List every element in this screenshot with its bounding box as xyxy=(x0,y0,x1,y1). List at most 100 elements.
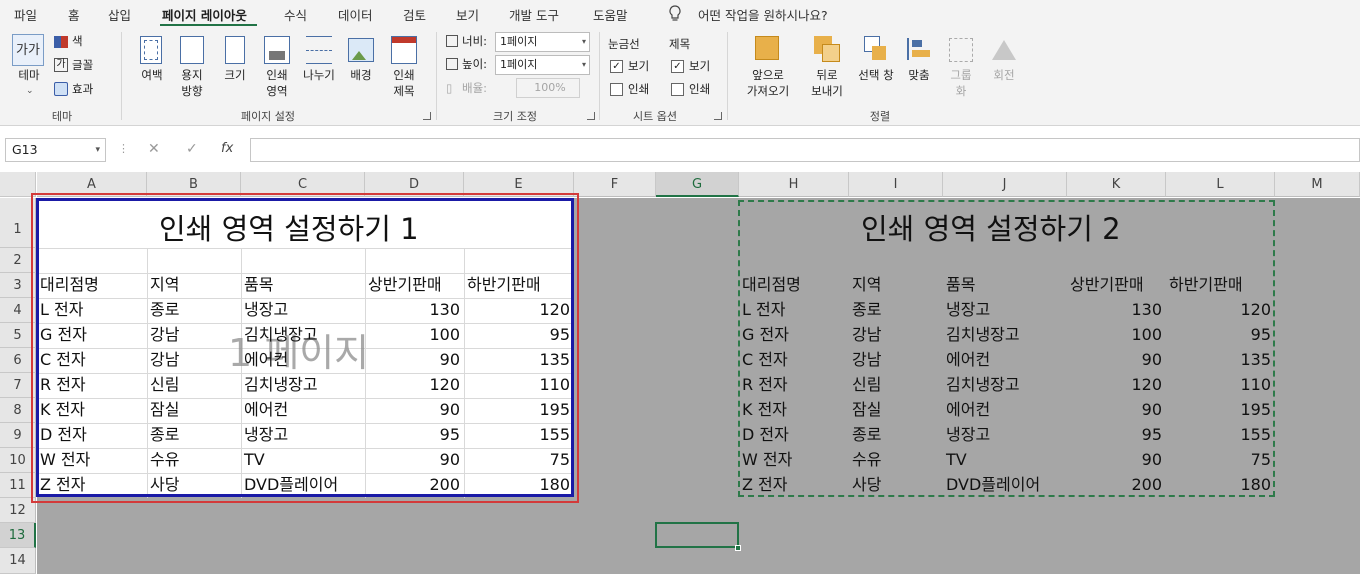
colors-icon xyxy=(54,36,68,48)
fonts-button[interactable]: 글꼴 xyxy=(72,58,93,73)
breaks-icon xyxy=(306,36,332,64)
active-tab-indicator xyxy=(160,24,257,26)
column-header-L[interactable]: L xyxy=(1166,172,1275,197)
group-separator xyxy=(121,32,122,120)
headings-label: 제목 xyxy=(669,37,691,51)
orientation-button[interactable]: 용지 xyxy=(181,68,202,83)
rotate-icon xyxy=(992,40,1016,60)
page-setup-launcher-icon[interactable] xyxy=(423,112,431,120)
scale-icon: ▯ xyxy=(446,81,453,95)
group-label-scale: 크기 조정 xyxy=(493,110,537,123)
tab-formulas[interactable]: 수식 xyxy=(284,5,307,24)
column-header-J[interactable]: J xyxy=(943,172,1067,197)
size-button[interactable]: 크기 xyxy=(224,68,245,83)
align-icon xyxy=(907,38,931,60)
enter-icon[interactable]: ✓ xyxy=(186,141,198,157)
print-titles-button[interactable]: 인쇄 xyxy=(393,68,414,83)
height-dropdown[interactable]: 1페이지 ▾ xyxy=(495,55,590,75)
tab-insert[interactable]: 삽입 xyxy=(108,5,131,24)
background-image-icon xyxy=(348,38,374,62)
themes-icon[interactable]: 가가 xyxy=(12,34,44,66)
headings-view-checkbox[interactable]: ✓ xyxy=(671,60,684,73)
tab-file[interactable]: 파일 xyxy=(14,5,37,24)
bring-forward-label: 가져오기 xyxy=(746,84,790,98)
themes-button[interactable]: 테마 xyxy=(18,68,39,83)
column-header-H[interactable]: H xyxy=(739,172,849,197)
scale-label: 배율: xyxy=(462,81,488,95)
scale-launcher-icon[interactable] xyxy=(587,112,595,120)
dropdown-arrow-icon: ▾ xyxy=(581,60,586,69)
gridlines-print-label: 인쇄 xyxy=(628,82,650,96)
ribbon-tab-bar: 파일 홈 삽입 페이지 레이아웃 수식 데이터 검토 보기 개발 도구 도움말 … xyxy=(0,0,1360,28)
tab-review[interactable]: 검토 xyxy=(403,5,426,24)
gridlines-label: 눈금선 xyxy=(608,37,640,51)
width-dropdown[interactable]: 1페이지 ▾ xyxy=(495,32,590,52)
tab-data[interactable]: 데이터 xyxy=(338,5,373,24)
sheet-options-launcher-icon[interactable] xyxy=(714,112,722,120)
fill-handle[interactable] xyxy=(735,545,741,551)
headings-view-label: 보기 xyxy=(689,59,711,73)
headings-print-label: 인쇄 xyxy=(689,82,711,96)
group-separator xyxy=(599,32,600,120)
highlight-box-red xyxy=(31,193,579,503)
background-button[interactable]: 배경 xyxy=(350,68,371,83)
print-area-button[interactable]: 인쇄 xyxy=(266,68,287,83)
tab-developer[interactable]: 개발 도구 xyxy=(509,5,559,24)
dropdown-arrow-icon: ▾ xyxy=(581,37,586,46)
tab-home[interactable]: 홈 xyxy=(68,5,80,24)
ribbon: 가가 테마 ⌄ 색 가 글꼴 효과 테마 여백 용지 방향 크기 인쇄 영역 나… xyxy=(0,28,1360,126)
height-label: 높이: xyxy=(462,57,488,71)
column-header-K[interactable]: K xyxy=(1067,172,1166,197)
bring-forward-icon xyxy=(755,36,779,60)
bring-forward-button[interactable]: 앞으로 xyxy=(752,68,784,83)
print-titles-icon xyxy=(391,36,417,64)
fonts-icon: 가 xyxy=(54,58,68,72)
rotate-button[interactable]: 회전 xyxy=(993,68,1014,83)
lightbulb-icon xyxy=(669,5,681,21)
align-button[interactable]: 맞춤 xyxy=(908,68,929,83)
group-label-arrange: 정렬 xyxy=(869,110,891,123)
column-header-G[interactable]: G xyxy=(656,172,739,197)
colors-button[interactable]: 색 xyxy=(72,34,83,49)
group-objects-button[interactable]: 그룹 xyxy=(950,68,971,83)
name-box[interactable]: G13 ▾ xyxy=(5,138,106,162)
send-backward-label: 보내기 xyxy=(811,84,843,98)
row-header-13[interactable]: 13 xyxy=(0,523,36,548)
margins-button[interactable]: 여백 xyxy=(141,68,162,83)
gridlines-view-label: 보기 xyxy=(628,59,650,73)
column-header-I[interactable]: I xyxy=(849,172,943,197)
breaks-button[interactable]: 나누기 xyxy=(303,68,335,83)
group-label-page-setup: 페이지 설정 xyxy=(240,110,296,123)
tab-page-layout[interactable]: 페이지 레이아웃 xyxy=(162,5,247,24)
group-objects-icon xyxy=(949,38,973,62)
selection-pane-button[interactable]: 선택 창 xyxy=(858,68,893,83)
chevron-down-icon: ⌄ xyxy=(26,86,34,96)
width-label: 너비: xyxy=(462,34,488,48)
column-header-F[interactable]: F xyxy=(574,172,656,197)
tell-me-search[interactable]: 어떤 작업을 원하시나요? xyxy=(698,5,828,24)
print-titles-label: 제목 xyxy=(393,84,415,98)
send-backward-button[interactable]: 뒤로 xyxy=(816,68,837,83)
selected-cell[interactable] xyxy=(655,522,739,548)
group-label-theme: 테마 xyxy=(51,110,73,123)
gridlines-print-checkbox[interactable] xyxy=(610,83,623,96)
group-separator xyxy=(727,32,728,120)
insert-function-icon[interactable]: fx xyxy=(221,141,233,156)
scale-spinner[interactable]: 100% xyxy=(516,78,580,98)
group-label-sheet-options: 시트 옵션 xyxy=(633,110,677,123)
width-icon xyxy=(446,35,458,47)
effects-button[interactable]: 효과 xyxy=(72,82,93,97)
more-options-icon: ⋮ xyxy=(118,142,129,155)
tab-help[interactable]: 도움말 xyxy=(593,5,628,24)
headings-print-checkbox[interactable] xyxy=(671,83,684,96)
row-header-14[interactable]: 14 xyxy=(0,548,36,574)
gridlines-view-checkbox[interactable]: ✓ xyxy=(610,60,623,73)
orientation-label: 방향 xyxy=(181,84,203,98)
print-area-label: 영역 xyxy=(266,84,288,98)
scale-value: 100% xyxy=(534,81,566,94)
print-area-border-dashed xyxy=(738,200,1275,497)
formula-input[interactable] xyxy=(250,138,1360,162)
tab-view[interactable]: 보기 xyxy=(456,5,479,24)
cancel-icon[interactable]: ✕ xyxy=(148,141,160,157)
column-header-M[interactable]: M xyxy=(1275,172,1360,197)
